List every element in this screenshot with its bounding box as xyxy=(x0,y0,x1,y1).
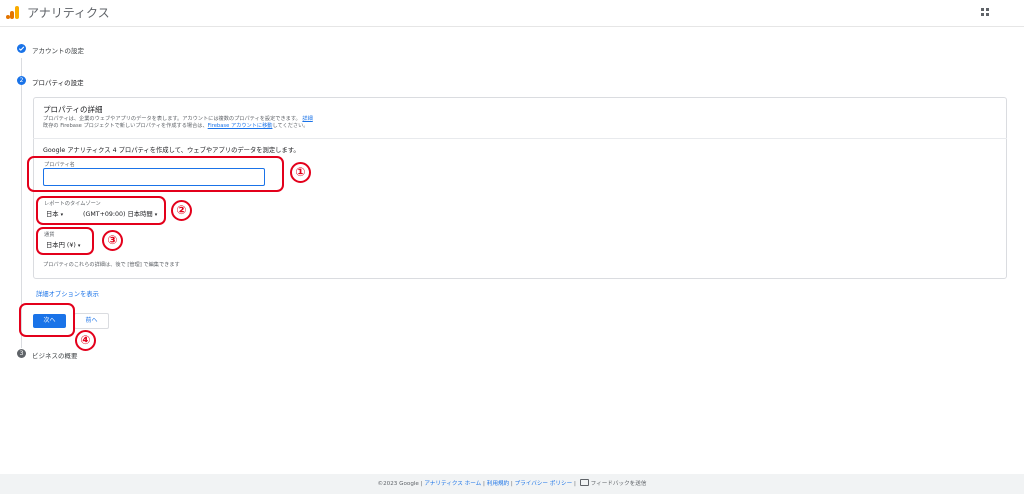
annotation-number-3: ③ xyxy=(102,230,123,251)
step-2-label: プロパティの設定 xyxy=(32,79,84,87)
previous-button[interactable]: 前へ xyxy=(74,313,109,329)
footer: ©2023 Google | アナリティクス ホーム | 利用規約 | プライバ… xyxy=(0,474,1024,494)
terms-link[interactable]: 利用規約 xyxy=(487,481,509,487)
privacy-policy-link[interactable]: プライバシー ポリシー xyxy=(515,481,573,487)
annotation-box-1 xyxy=(27,156,284,192)
step-3-number: 3 xyxy=(17,349,26,358)
edit-later-note: プロパティのこれらの詳細は、後で [管理] で編集できます xyxy=(43,262,180,268)
property-description-line2: 既存の Firebase プロジェクトで新しいプロパティを作成する場合は、Fir… xyxy=(43,122,308,129)
show-advanced-options-link[interactable]: 詳細オプションを表示 xyxy=(36,289,99,298)
step-1-label[interactable]: アカウントの設定 xyxy=(32,45,84,55)
feedback-icon xyxy=(579,479,589,486)
analytics-home-link[interactable]: アナリティクス ホーム xyxy=(424,481,481,487)
annotation-number-1: ① xyxy=(290,162,311,183)
property-description-line1: プロパティは、企業のウェブやアプリのデータを表します。アカウントには複数のプロパ… xyxy=(43,115,313,122)
annotation-box-2 xyxy=(36,196,166,225)
apps-grid-icon[interactable] xyxy=(981,8,989,16)
annotation-number-2: ② xyxy=(171,200,192,221)
create-property-instruction: Google アナリティクス 4 プロパティを作成して、ウェブやアプリのデータを… xyxy=(43,147,300,154)
top-bar: アナリティクス xyxy=(0,0,1024,27)
copyright-text: ©2023 Google xyxy=(377,481,419,487)
card-divider xyxy=(33,138,1007,139)
step-1-check-icon xyxy=(17,44,26,53)
send-feedback-link[interactable]: フィードバックを送信 xyxy=(591,481,647,487)
step-3-label: ビジネスの概要 xyxy=(32,352,78,360)
annotation-number-4: ④ xyxy=(75,330,96,351)
property-details-title: プロパティの詳細 xyxy=(43,105,103,114)
annotation-box-3 xyxy=(36,227,94,255)
firebase-account-link[interactable]: Firebase アカウントに移動 xyxy=(208,123,273,129)
annotation-box-4 xyxy=(19,303,75,337)
firebase-text-suffix: してください。 xyxy=(272,123,309,129)
firebase-text-prefix: 既存の Firebase プロジェクトで新しいプロパティを作成する場合は、 xyxy=(43,123,208,129)
app-title: アナリティクス xyxy=(27,6,110,20)
analytics-logo-icon[interactable] xyxy=(6,6,20,20)
step-2-number: 2 xyxy=(17,76,26,85)
